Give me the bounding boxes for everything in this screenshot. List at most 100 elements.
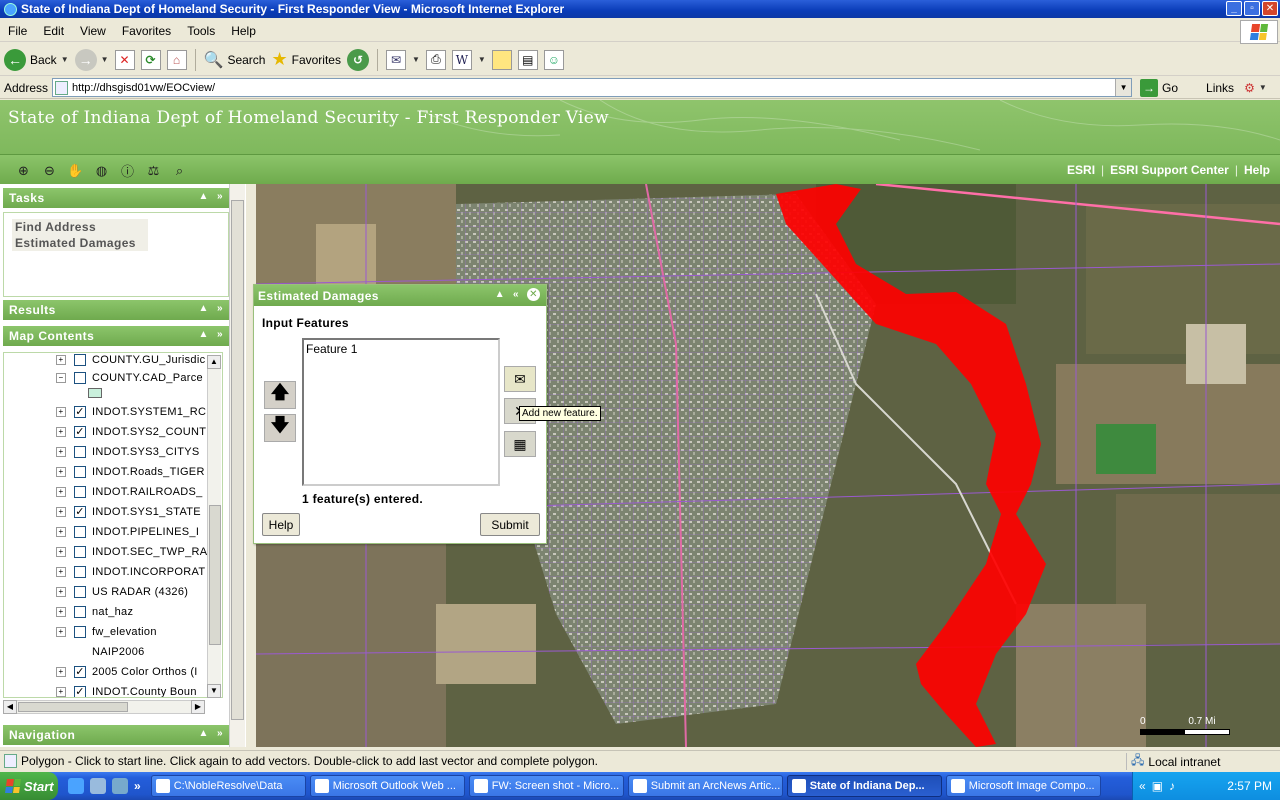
scroll-left-icon[interactable]: ◀ (3, 700, 17, 714)
expand-toggle-icon[interactable]: + (56, 507, 66, 517)
maximize-button[interactable]: ▫ (1244, 1, 1260, 16)
scroll-up-icon[interactable]: ▲ (207, 355, 221, 369)
layer-row[interactable]: + INDOT.SYS3_CITYS (4, 443, 212, 461)
help-button[interactable]: Help (262, 513, 300, 536)
menu-file[interactable]: File (0, 24, 35, 38)
taskbar-item[interactable]: State of Indiana Dep... (786, 775, 942, 797)
task-find-address[interactable]: Find Address (12, 219, 148, 235)
links-label[interactable]: Links (1206, 81, 1234, 95)
layer-checkbox[interactable] (74, 546, 86, 558)
clock[interactable]: 2:57 PM (1227, 779, 1272, 793)
close-icon[interactable]: ✕ (527, 288, 540, 301)
research-icon[interactable]: ▤ (517, 49, 538, 70)
task-estimated-damages[interactable]: Estimated Damages (12, 235, 148, 251)
layer-checkbox[interactable] (74, 486, 86, 498)
pan-icon[interactable]: ✋ (66, 161, 85, 180)
messenger-icon[interactable]: ☺ (543, 49, 564, 70)
menu-tools[interactable]: Tools (179, 24, 223, 38)
layer-checkbox[interactable] (74, 566, 86, 578)
quicklaunch-more-icon[interactable]: » (134, 779, 141, 793)
expand-toggle-icon[interactable]: + (56, 547, 66, 557)
chevron-down-icon[interactable]: ▼ (101, 55, 109, 64)
layer-row[interactable]: + ✓ INDOT.SYS1_STATE (4, 503, 212, 521)
expand-toggle-icon[interactable]: + (56, 527, 66, 537)
menu-favorites[interactable]: Favorites (114, 24, 179, 38)
layer-row[interactable]: − COUNTY.CAD_Parce (4, 369, 212, 387)
tasks-header[interactable]: Tasks ▲ » (3, 188, 229, 208)
table-button[interactable]: ▦ (504, 431, 536, 457)
minimize-button[interactable]: _ (1226, 1, 1242, 16)
scroll-thumb[interactable] (209, 505, 221, 645)
print-icon[interactable]: ⎙ (425, 49, 446, 70)
zoom-in-icon[interactable]: ⊕ (14, 161, 33, 180)
estimated-damages-header[interactable]: Estimated Damages ▲ « ✕ (254, 285, 546, 306)
layer-checkbox[interactable] (74, 446, 86, 458)
layer-checkbox[interactable] (74, 586, 86, 598)
expand-toggle-icon[interactable]: + (56, 667, 66, 677)
stop-icon[interactable]: ✕ (114, 49, 135, 70)
close-button[interactable]: ✕ (1262, 1, 1278, 16)
hscroll-thumb[interactable] (18, 702, 128, 712)
favorites-button[interactable]: ★ Favorites (271, 49, 341, 70)
network-icon[interactable]: ▣ (1152, 779, 1163, 793)
menu-help[interactable]: Help (223, 24, 264, 38)
forward-button[interactable]: → ▼ (74, 48, 109, 71)
add-feature-button[interactable]: ✉ (504, 366, 536, 392)
note-icon[interactable] (491, 49, 512, 70)
layer-row[interactable]: + INDOT.INCORPORAT (4, 563, 212, 581)
layer-row[interactable]: NAIP2006 (4, 643, 212, 661)
layer-row[interactable]: + INDOT.Roads_TIGER (4, 463, 212, 481)
expand-toggle-icon[interactable]: + (56, 487, 66, 497)
expand-toggle-icon[interactable]: + (56, 407, 66, 417)
dock-icon[interactable]: » (217, 191, 223, 202)
layer-row[interactable]: + COUNTY.GU_Jurisdic (4, 353, 212, 369)
link-esri-support[interactable]: ESRI Support Center (1110, 163, 1229, 177)
dock-icon[interactable]: » (217, 303, 223, 314)
outlook-quicklaunch-icon[interactable] (112, 778, 128, 794)
move-down-button[interactable]: 🡇 (264, 414, 296, 442)
layer-row[interactable]: + fw_elevation (4, 623, 212, 641)
desktop-icon[interactable] (90, 778, 106, 794)
collapse-icon[interactable]: ▲ (199, 191, 209, 202)
layer-checkbox[interactable] (74, 466, 86, 478)
taskbar-item[interactable]: C:\NobleResolve\Data (150, 775, 306, 797)
layer-checkbox[interactable]: ✓ (74, 506, 86, 518)
features-listbox[interactable]: Feature 1 (302, 338, 500, 486)
expand-toggle-icon[interactable]: + (56, 447, 66, 457)
layer-row[interactable]: + INDOT.SEC_TWP_RA (4, 543, 212, 561)
dock-icon[interactable]: « (513, 289, 519, 300)
layer-checkbox[interactable] (74, 526, 86, 538)
expand-toggle-icon[interactable]: + (56, 607, 66, 617)
layer-row[interactable]: + ✓ INDOT.County Boun (4, 683, 212, 697)
dock-icon[interactable]: » (217, 728, 223, 739)
scroll-thumb[interactable] (231, 200, 244, 720)
layer-row[interactable]: + nat_haz (4, 603, 212, 621)
layer-row[interactable]: + US RADAR (4326) (4, 583, 212, 601)
history-icon[interactable]: ↺ (346, 48, 369, 71)
scroll-down-icon[interactable]: ▼ (207, 684, 221, 698)
expand-toggle-icon[interactable]: + (56, 587, 66, 597)
address-input[interactable]: http://dhsgisd01vw/EOCview/ ▼ (52, 78, 1133, 97)
link-help[interactable]: Help (1244, 163, 1270, 177)
dock-icon[interactable]: » (217, 329, 223, 340)
volume-icon[interactable]: ♪ (1169, 779, 1175, 793)
expand-toggle-icon[interactable]: + (56, 567, 66, 577)
scroll-right-icon[interactable]: ▶ (191, 700, 205, 714)
layer-row[interactable]: + ✓ 2005 Color Orthos (I (4, 663, 212, 681)
results-header[interactable]: Results ▲ » (3, 300, 229, 320)
chevron-down-icon[interactable]: ▼ (478, 55, 486, 64)
layer-row[interactable]: + INDOT.RAILROADS_ (4, 483, 212, 501)
start-button[interactable]: Start (0, 772, 58, 800)
collapse-icon[interactable]: ▲ (199, 329, 209, 340)
chevron-down-icon[interactable]: ▼ (61, 55, 69, 64)
go-button[interactable]: → Go (1140, 78, 1178, 97)
taskbar-item[interactable]: FW: Screen shot - Micro... (468, 775, 624, 797)
expand-toggle-icon[interactable]: + (56, 627, 66, 637)
menu-edit[interactable]: Edit (35, 24, 72, 38)
ie-quicklaunch-icon[interactable] (68, 778, 84, 794)
submit-button[interactable]: Submit (480, 513, 540, 536)
expand-toggle-icon[interactable]: + (56, 467, 66, 477)
panel-scrollbar[interactable] (229, 184, 245, 747)
home-icon[interactable]: ⌂ (166, 49, 187, 70)
layers-scrollbar[interactable] (207, 355, 221, 685)
